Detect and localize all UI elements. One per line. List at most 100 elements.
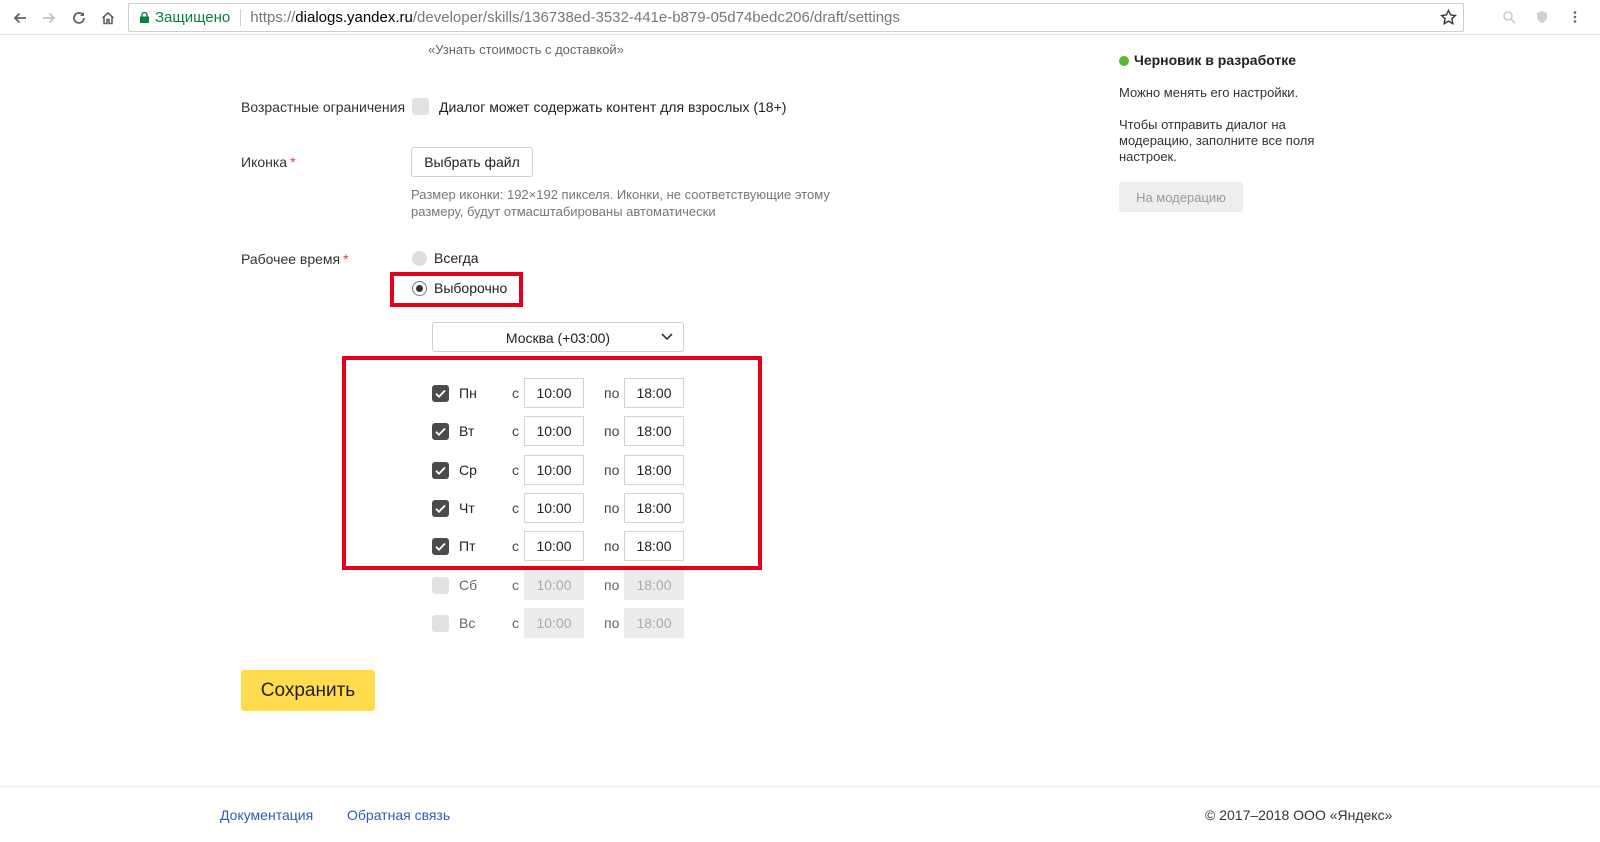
check-icon <box>435 504 446 513</box>
chevron-down-icon <box>661 333 673 341</box>
timezone-select[interactable]: Москва (+03:00) <box>432 322 684 352</box>
bookmark-star-icon[interactable] <box>1440 9 1457 26</box>
from-label: с <box>512 538 519 554</box>
reload-icon[interactable] <box>68 7 90 29</box>
day-name: Вс <box>459 615 476 631</box>
time-to-input: 18:00 <box>624 570 684 600</box>
status-instructions-line3: настроек. <box>1119 149 1177 164</box>
browser-toolbar: Защищено https://dialogs.yandex.ru/devel… <box>0 0 1600 35</box>
secure-label: Защищено <box>155 9 231 26</box>
check-icon <box>435 542 446 551</box>
to-label: по <box>604 423 620 439</box>
time-to-input[interactable]: 18:00 <box>624 416 684 446</box>
from-label: с <box>512 385 519 401</box>
status-text: Можно менять его настройки. <box>1119 85 1299 100</box>
from-label: с <box>512 423 519 439</box>
day-name: Сб <box>459 577 478 593</box>
time-to-input: 18:00 <box>624 608 684 638</box>
to-label: по <box>604 615 620 631</box>
url-host: dialogs.yandex.ru <box>295 9 413 26</box>
radio-always-label[interactable]: Всегда <box>434 250 479 266</box>
day-row: Ср с 10:00 по 18:00 <box>432 455 692 485</box>
check-icon <box>435 466 446 475</box>
icon-size-hint: Размер иконки: 192×192 пикселя. Иконки, … <box>411 186 881 220</box>
day-name: Вт <box>459 423 475 439</box>
example-hint: «Узнать стоимость с доставкой» <box>428 42 624 57</box>
time-to-input[interactable]: 18:00 <box>624 455 684 485</box>
adult-content-label[interactable]: Диалог может содержать контент для взрос… <box>439 99 786 115</box>
radio-selective[interactable] <box>412 281 427 296</box>
time-from-input[interactable]: 10:00 <box>524 493 584 523</box>
status-title: Черновик в разработке <box>1134 52 1297 68</box>
omnibox-separator <box>240 9 242 26</box>
to-label: по <box>604 462 620 478</box>
to-label: по <box>604 500 620 516</box>
radio-selective-label[interactable]: Выборочно <box>434 280 507 296</box>
day-name: Чт <box>459 500 475 516</box>
age-restriction-label: Возрастные ограничения <box>241 99 406 115</box>
from-label: с <box>512 462 519 478</box>
day-checkbox[interactable] <box>432 462 449 479</box>
day-row: Сб с 10:00 по 18:00 <box>432 570 692 600</box>
day-row: Вс с 10:00 по 18:00 <box>432 608 692 638</box>
day-row: Чт с 10:00 по 18:00 <box>432 493 692 523</box>
day-checkbox[interactable] <box>432 385 449 402</box>
day-checkbox[interactable] <box>432 538 449 555</box>
url-path: /developer/skills/136738ed-3532-441e-b87… <box>412 9 900 26</box>
url-scheme: https:// <box>250 9 296 26</box>
time-from-input[interactable]: 10:00 <box>524 455 584 485</box>
day-name: Ср <box>459 462 477 478</box>
time-to-input[interactable]: 18:00 <box>624 493 684 523</box>
day-checkbox[interactable] <box>432 500 449 517</box>
time-from-input: 10:00 <box>524 608 584 638</box>
to-label: по <box>604 538 620 554</box>
icon-label-text: Иконка <box>241 154 288 170</box>
lock-icon <box>140 12 149 23</box>
icon-size-hint-line2: размеру, будут отмасштабированы автомати… <box>411 204 716 219</box>
time-from-input[interactable]: 10:00 <box>524 378 584 408</box>
home-icon[interactable] <box>97 7 119 29</box>
extension-search-icon[interactable] <box>1502 10 1516 24</box>
save-button[interactable]: Сохранить <box>241 670 375 711</box>
icon-size-hint-line1: Размер иконки: 192×192 пикселя. Иконки, … <box>411 187 830 202</box>
time-from-input: 10:00 <box>524 570 584 600</box>
icon-label: Иконка * <box>241 154 296 170</box>
day-row: Пн с 10:00 по 18:00 <box>432 378 692 408</box>
status-dot <box>1119 56 1129 66</box>
from-label: с <box>512 577 519 593</box>
time-to-input[interactable]: 18:00 <box>624 531 684 561</box>
to-label: по <box>604 385 620 401</box>
day-checkbox[interactable] <box>432 423 449 440</box>
required-mark: * <box>343 251 349 267</box>
day-checkbox[interactable] <box>432 577 449 594</box>
time-from-input[interactable]: 10:00 <box>524 531 584 561</box>
work-time-label: Рабочее время * <box>241 251 349 267</box>
menu-icon[interactable] <box>1568 10 1582 24</box>
status-instructions-line2: модерацию, заполните все поля <box>1119 133 1315 148</box>
adult-content-checkbox[interactable] <box>412 98 429 115</box>
day-name: Пн <box>459 385 477 401</box>
day-name: Пт <box>459 538 476 554</box>
forward-icon[interactable] <box>38 7 60 29</box>
day-row: Вт с 10:00 по 18:00 <box>432 416 692 446</box>
from-label: с <box>512 615 519 631</box>
moderation-button[interactable]: На модерацию <box>1119 182 1243 212</box>
timezone-value: Москва (+03:00) <box>505 330 611 346</box>
required-mark: * <box>290 154 296 170</box>
radio-always[interactable] <box>412 251 427 266</box>
footer-feedback-link[interactable]: Обратная связь <box>347 807 450 823</box>
back-icon[interactable] <box>9 7 31 29</box>
choose-file-button[interactable]: Выбрать файл <box>411 147 533 177</box>
check-icon <box>435 389 446 398</box>
extension-shield-icon[interactable] <box>1535 10 1549 24</box>
time-from-input[interactable]: 10:00 <box>524 416 584 446</box>
copyright: © 2017–2018 ООО «Яндекс» <box>1205 807 1393 823</box>
work-time-label-text: Рабочее время <box>241 251 341 267</box>
footer-docs-link[interactable]: Документация <box>220 807 313 823</box>
status-instructions-line1: Чтобы отправить диалог на <box>1119 117 1286 132</box>
from-label: с <box>512 500 519 516</box>
address-bar[interactable]: Защищено https://dialogs.yandex.ru/devel… <box>128 3 1464 32</box>
time-to-input[interactable]: 18:00 <box>624 378 684 408</box>
status-instructions: Чтобы отправить диалог на модерацию, зап… <box>1119 117 1349 165</box>
day-checkbox[interactable] <box>432 615 449 632</box>
